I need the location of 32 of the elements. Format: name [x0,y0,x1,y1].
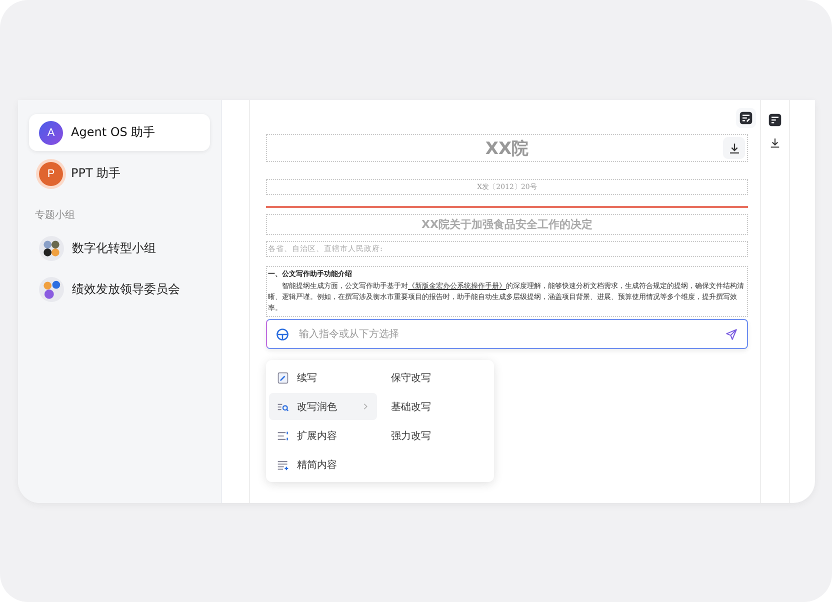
pen-document-icon [277,372,289,384]
shrink-lines-icon [277,458,289,470]
document-title: XX院 [485,138,529,160]
edit-doc-icon [739,111,753,125]
menu-item[interactable]: 扩展内容 [269,422,377,449]
submenu-item[interactable]: 保守改写 [377,364,485,391]
group-avatar-icon [39,236,64,261]
edit-doc-button[interactable] [736,108,756,128]
group-item[interactable]: 绩效发放领导委员会 [29,271,210,308]
submenu-item[interactable]: 基础改写 [377,393,485,420]
assistant-item[interactable]: A Agent OS 助手 [29,114,210,151]
prompt-input-field[interactable]: 输入指令或从下方选择 [297,328,717,340]
menu-item[interactable]: 改写润色 [269,393,377,420]
prompt-field[interactable]: 输入指令或从下方选择 [266,319,748,349]
section-title: 专题小组 [35,208,76,222]
menu-item[interactable]: 续写 [269,364,377,391]
document-heading: XX院关于加强食品安全工作的决定 [266,214,748,235]
edit-doc-icon[interactable] [768,113,782,127]
steering-wheel-icon [276,328,289,340]
download-icon[interactable] [769,137,781,149]
agent-avatar-icon: A [39,120,63,144]
download-button[interactable] [723,137,745,159]
ppt-avatar-icon: P [39,162,63,186]
submenu-item[interactable]: 强力改写 [377,422,485,449]
assistant-item[interactable]: P PPT 助手 [29,155,210,192]
menu-item[interactable]: 精简内容 [269,451,377,478]
group-avatar-icon [39,277,64,302]
chevron-right-icon [362,403,369,410]
download-icon [728,142,740,154]
send-icon[interactable] [725,328,738,340]
group-item[interactable]: 数字化转型小组 [29,230,210,267]
expand-lines-icon [277,430,289,442]
